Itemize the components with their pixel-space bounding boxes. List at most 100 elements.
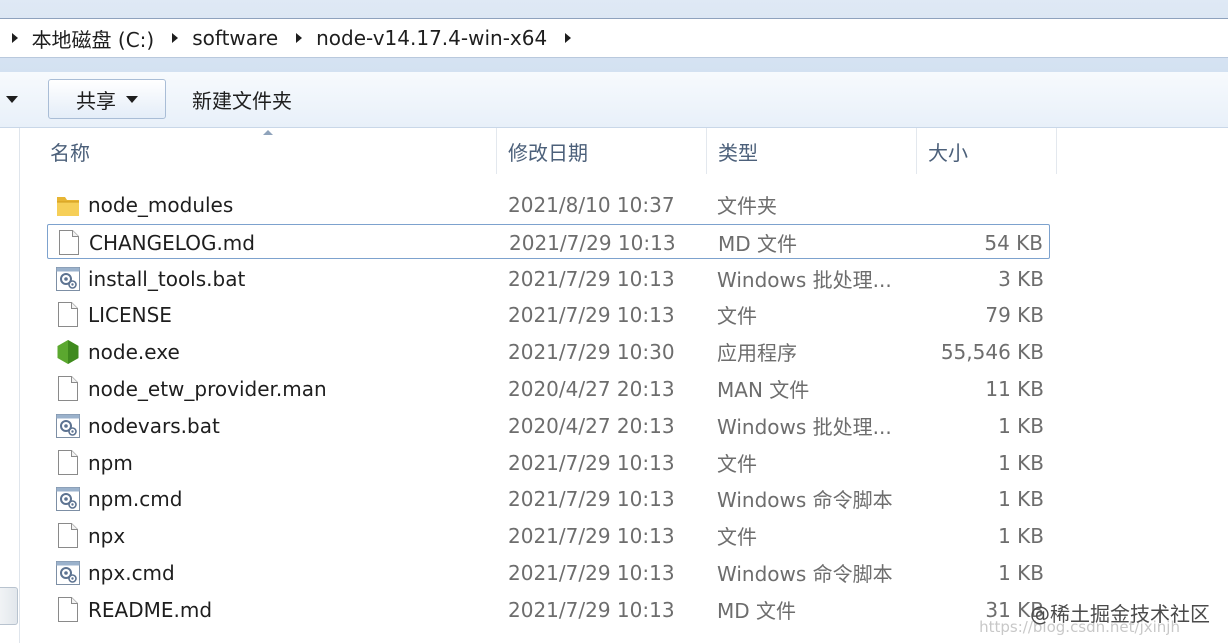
file-size: 1 KB	[998, 450, 1044, 475]
file-type: MD 文件	[718, 232, 798, 256]
column-header-type[interactable]: 类型	[708, 128, 916, 174]
file-size: 1 KB	[998, 560, 1044, 585]
column-header-date-label: 修改日期	[508, 140, 588, 165]
batch-file-icon	[55, 555, 81, 590]
file-icon	[55, 371, 81, 406]
file-row[interactable]: LICENSE 2021/7/29 10:13 文件 79 KB	[47, 297, 1050, 332]
file-row[interactable]: npm.cmd 2021/7/29 10:13 Windows 命令脚本 1 KB	[47, 481, 1050, 516]
navigation-scrollbar[interactable]	[0, 587, 18, 625]
file-icon	[56, 225, 82, 260]
file-date: 2021/7/29 10:13	[508, 302, 675, 327]
file-name: node_etw_provider.man	[88, 376, 327, 401]
file-size: 1 KB	[998, 486, 1044, 511]
file-row[interactable]: install_tools.bat 2021/7/29 10:13 Windows …	[47, 261, 1050, 296]
file-row[interactable]: node_etw_provider.man 2020/4/27 20:13 MAN …	[47, 371, 1050, 406]
file-name: npx	[88, 523, 126, 548]
file-icon	[55, 592, 81, 627]
file-type: Windows 命令脚本	[717, 488, 893, 512]
file-type: Windows 命令脚本	[717, 562, 893, 586]
file-type: 文件夹	[717, 194, 777, 218]
file-icon	[55, 518, 81, 553]
file-name: README.md	[88, 597, 213, 622]
column-divider[interactable]	[496, 128, 497, 174]
file-type: 文件	[717, 525, 757, 549]
file-size: 1 KB	[998, 523, 1044, 548]
batch-file-icon	[55, 408, 81, 443]
breadcrumb-item-node-folder[interactable]: node-v14.17.4-win-x64	[316, 26, 547, 50]
file-name: npm	[88, 450, 133, 475]
file-date: 2020/4/27 20:13	[508, 413, 675, 438]
file-date: 2020/4/27 20:13	[508, 376, 675, 401]
file-row[interactable]: npm 2021/7/29 10:13 文件 1 KB	[47, 445, 1050, 480]
column-header-size-label: 大小	[928, 140, 968, 165]
column-header-name-label: 名称	[50, 140, 90, 165]
file-date: 2021/7/29 10:13	[508, 450, 675, 475]
file-type: 文件	[717, 304, 757, 328]
file-date: 2021/7/29 10:30	[508, 339, 675, 364]
file-row[interactable]: node_modules 2021/8/10 10:37 文件夹	[47, 187, 1050, 222]
watermark-text: @稀土掘金技术社区	[1030, 602, 1210, 626]
column-divider[interactable]	[1056, 128, 1057, 174]
breadcrumb-item-software[interactable]: software	[192, 26, 278, 50]
breadcrumb-separator-icon[interactable]	[172, 33, 179, 43]
file-row[interactable]: CHANGELOG.md 2021/7/29 10:13 MD 文件 54 KB	[47, 224, 1050, 259]
file-icon	[55, 297, 81, 332]
new-folder-button[interactable]: 新建文件夹	[182, 79, 302, 119]
file-row[interactable]: README.md 2021/7/29 10:13 MD 文件 31 KB	[47, 592, 1050, 627]
file-name: node_modules	[88, 192, 234, 217]
nodejs-icon	[55, 334, 81, 369]
column-header-type-label: 类型	[718, 140, 758, 165]
file-size: 3 KB	[998, 266, 1044, 291]
file-name: LICENSE	[88, 302, 172, 327]
file-name: node.exe	[88, 339, 180, 364]
batch-file-icon	[55, 261, 81, 296]
file-type: MAN 文件	[717, 378, 810, 402]
file-type: 应用程序	[717, 341, 797, 365]
new-folder-label: 新建文件夹	[192, 88, 292, 113]
file-size: 11 KB	[985, 376, 1044, 401]
file-type: 文件	[717, 452, 757, 476]
breadcrumb-separator-icon[interactable]	[11, 33, 18, 43]
address-bar[interactable]: ı 本地磁盘 (C:) software node-v14.17.4-win-x…	[0, 18, 1228, 58]
breadcrumb: ı 本地磁盘 (C:) software node-v14.17.4-win-x…	[0, 19, 585, 57]
file-type: Windows 批处理...	[717, 268, 892, 292]
file-row[interactable]: npx.cmd 2021/7/29 10:13 Windows 命令脚本 1 KB	[47, 555, 1050, 590]
breadcrumb-item-drive[interactable]: 本地磁盘 (C:)	[32, 24, 155, 53]
file-name: nodevars.bat	[88, 413, 220, 438]
breadcrumb-separator-icon[interactable]	[565, 33, 572, 43]
file-row[interactable]: npx 2021/7/29 10:13 文件 1 KB	[47, 518, 1050, 553]
batch-file-icon	[55, 481, 81, 516]
command-toolbar: 共享 新建文件夹	[0, 72, 1228, 128]
file-size: 55,546 KB	[940, 339, 1044, 364]
column-header-name[interactable]: 名称	[40, 128, 496, 174]
column-divider[interactable]	[706, 128, 707, 174]
file-name: install_tools.bat	[88, 266, 246, 291]
file-date: 2021/7/29 10:13	[508, 560, 675, 585]
address-bar-area: ı 本地磁盘 (C:) software node-v14.17.4-win-x…	[0, 0, 1228, 72]
explorer-window: ı 本地磁盘 (C:) software node-v14.17.4-win-x…	[0, 0, 1228, 643]
file-type: MD 文件	[717, 599, 797, 623]
file-date: 2021/7/29 10:13	[508, 523, 675, 548]
column-header-size[interactable]: 大小	[918, 128, 1056, 174]
chevron-down-icon	[126, 95, 138, 103]
column-divider[interactable]	[916, 128, 917, 174]
file-size: 79 KB	[985, 302, 1044, 327]
share-button-label: 共享	[76, 88, 116, 113]
file-size: 54 KB	[984, 230, 1043, 255]
file-row[interactable]: node.exe 2021/7/29 10:30 应用程序 55,546 KB	[47, 334, 1050, 369]
file-size: 1 KB	[998, 413, 1044, 438]
file-icon	[55, 445, 81, 480]
file-row[interactable]: nodevars.bat 2020/4/27 20:13 Windows 批处理..…	[47, 408, 1050, 443]
share-button[interactable]: 共享	[48, 79, 166, 119]
file-name: CHANGELOG.md	[89, 230, 255, 255]
navigation-pane[interactable]	[0, 128, 20, 643]
organize-dropdown-arrow-icon[interactable]	[6, 96, 18, 103]
breadcrumb-separator-icon[interactable]	[296, 33, 303, 43]
file-date: 2021/8/10 10:37	[508, 192, 675, 217]
file-date: 2021/7/29 10:13	[509, 230, 676, 255]
file-name: npx.cmd	[88, 560, 175, 585]
file-type: Windows 批处理...	[717, 415, 892, 439]
file-date: 2021/7/29 10:13	[508, 266, 675, 291]
folder-icon	[55, 187, 81, 222]
column-header-date[interactable]: 修改日期	[498, 128, 706, 174]
